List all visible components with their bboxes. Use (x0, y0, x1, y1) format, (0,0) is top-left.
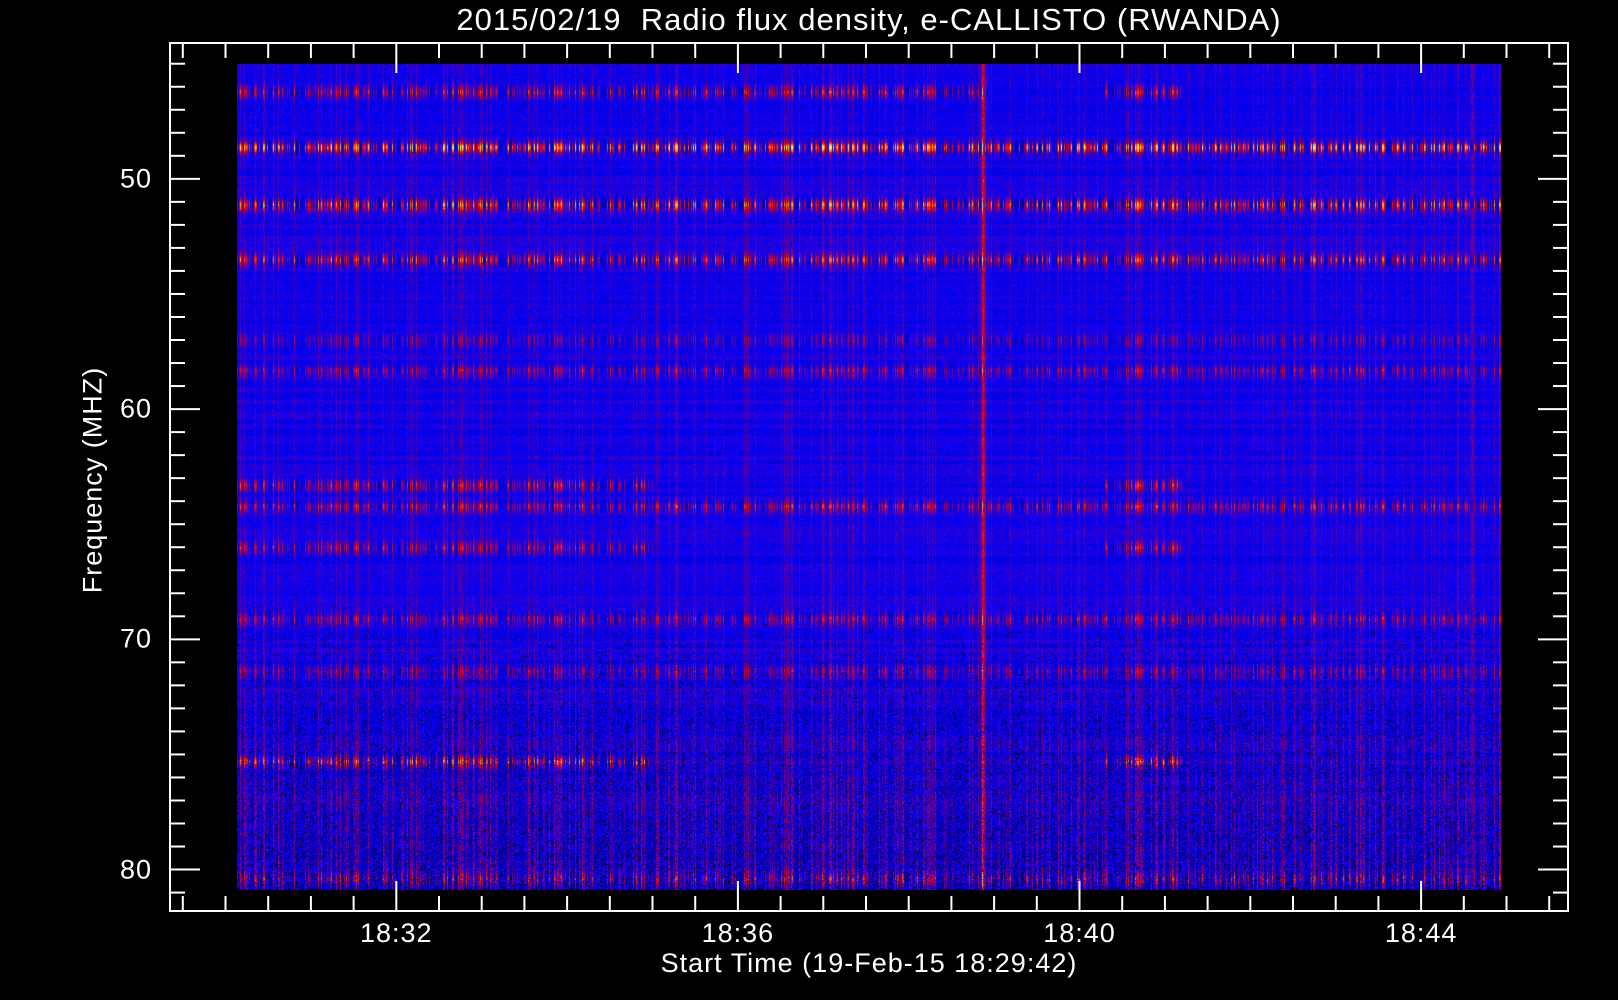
x-tick-label: 18:44 (1384, 918, 1458, 948)
y-axis-label: Frequency (MHZ) (77, 366, 108, 594)
y-tick-label: 70 (119, 623, 152, 654)
y-tick-label: 80 (119, 854, 152, 885)
spectrogram-figure: 2015/02/19 Radio flux density, e-CALLIST… (0, 0, 1618, 1000)
x-tick-label: 18:36 (701, 918, 775, 948)
y-tick-label: 50 (119, 163, 152, 194)
x-tick-label: 18:40 (1043, 918, 1116, 948)
x-tick-label: 18:32 (360, 918, 433, 948)
plot-axes (169, 42, 1569, 912)
y-tick-label: 60 (119, 393, 152, 424)
plot-frame (169, 42, 1569, 912)
x-axis-label: Start Time (19-Feb-15 18:29:42) (660, 948, 1078, 978)
